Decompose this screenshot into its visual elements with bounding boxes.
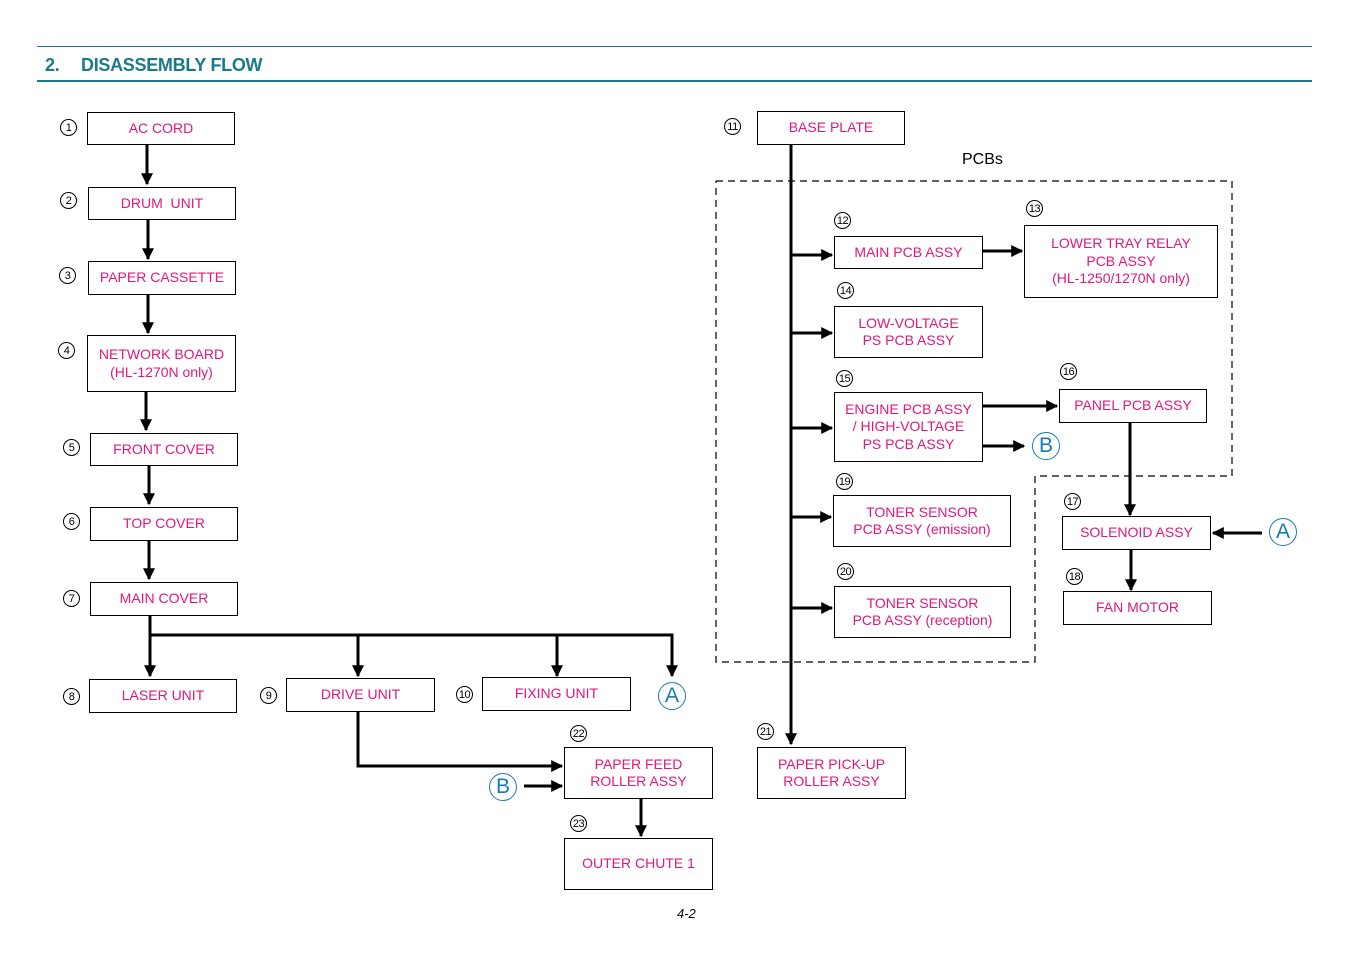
step-number-3: 3 xyxy=(59,267,76,284)
step-number-7: 7 xyxy=(63,590,80,607)
step-engine-pcb-assy[interactable]: ENGINE PCB ASSY / HIGH-VOLTAGE PS PCB AS… xyxy=(834,392,983,462)
step-lower-tray-relay-pcb-assy[interactable]: LOWER TRAY RELAY PCB ASSY (HL-1250/1270N… xyxy=(1024,225,1218,298)
step-toner-sensor-reception[interactable]: TONER SENSOR PCB ASSY (reception) xyxy=(834,586,1011,638)
step-fixing-unit[interactable]: FIXING UNIT xyxy=(482,677,631,711)
step-number-16: 16 xyxy=(1060,363,1077,380)
step-number-18: 18 xyxy=(1066,568,1083,585)
pcbs-group-label: PCBs xyxy=(962,151,1003,168)
step-ac-cord[interactable]: AC CORD xyxy=(87,112,235,145)
step-number-23: 23 xyxy=(570,815,587,832)
step-paper-pick-up-roller-assy[interactable]: PAPER PICK-UP ROLLER ASSY xyxy=(757,747,906,799)
step-number-5: 5 xyxy=(63,439,80,456)
step-outer-chute-1[interactable]: OUTER CHUTE 1 xyxy=(564,838,713,890)
step-number-12: 12 xyxy=(834,212,851,229)
step-top-cover[interactable]: TOP COVER xyxy=(90,507,238,541)
step-toner-sensor-emission[interactable]: TONER SENSOR PCB ASSY (emission) xyxy=(833,495,1011,547)
connector-b-bottom: B xyxy=(489,773,517,801)
step-panel-pcb-assy[interactable]: PANEL PCB ASSY xyxy=(1059,389,1207,423)
step-laser-unit[interactable]: LASER UNIT xyxy=(89,679,237,713)
step-front-cover[interactable]: FRONT COVER xyxy=(90,433,238,466)
connector-a-bottom: A xyxy=(658,682,686,710)
branch-7 xyxy=(148,616,678,678)
connector-a-right: A xyxy=(1269,518,1297,546)
step-number-9: 9 xyxy=(260,687,277,704)
step-number-21: 21 xyxy=(757,723,774,740)
step-number-10: 10 xyxy=(456,686,473,703)
step-number-22: 22 xyxy=(570,725,587,742)
step-fan-motor[interactable]: FAN MOTOR xyxy=(1063,591,1212,625)
step-number-8: 8 xyxy=(63,688,80,705)
step-number-2: 2 xyxy=(60,192,77,209)
step-paper-feed-roller-assy[interactable]: PAPER FEED ROLLER ASSY xyxy=(564,747,713,799)
step-network-board[interactable]: NETWORK BOARD (HL-1270N only) xyxy=(87,335,236,392)
step-number-13: 13 xyxy=(1026,200,1043,217)
step-low-voltage-ps-pcb-assy[interactable]: LOW-VOLTAGE PS PCB ASSY xyxy=(834,306,983,358)
step-solenoid-assy[interactable]: SOLENOID ASSY xyxy=(1062,516,1211,550)
step-drum-unit[interactable]: DRUM UNIT xyxy=(88,187,236,220)
step-number-20: 20 xyxy=(837,563,854,580)
step-number-15: 15 xyxy=(836,370,853,387)
connector-b-top: B xyxy=(1032,432,1060,460)
step-number-4: 4 xyxy=(58,342,75,359)
step-main-pcb-assy[interactable]: MAIN PCB ASSY xyxy=(834,236,983,269)
step-number-14: 14 xyxy=(837,282,854,299)
step-number-17: 17 xyxy=(1064,493,1081,510)
step-base-plate[interactable]: BASE PLATE xyxy=(757,111,905,145)
step-number-1: 1 xyxy=(60,119,77,136)
step-number-6: 6 xyxy=(63,513,80,530)
step-number-19: 19 xyxy=(836,473,853,490)
page-number: 4-2 xyxy=(677,906,696,921)
step-drive-unit[interactable]: DRIVE UNIT xyxy=(286,678,435,712)
arrow-9-22 xyxy=(356,712,564,772)
step-number-11: 11 xyxy=(724,118,741,135)
step-main-cover[interactable]: MAIN COVER xyxy=(90,582,238,616)
step-paper-cassette[interactable]: PAPER CASSETTE xyxy=(88,261,236,295)
